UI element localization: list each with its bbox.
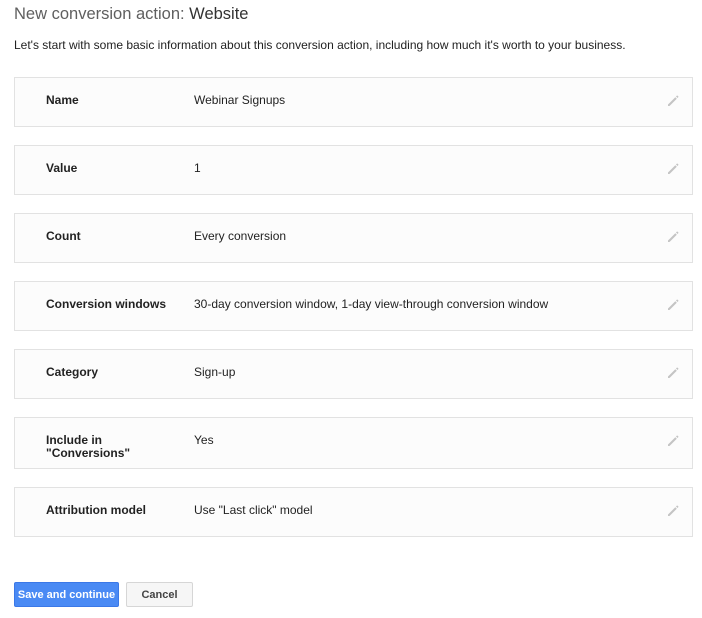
setting-value: 1 (194, 161, 201, 175)
setting-row-conversion-windows[interactable]: Conversion windows 30-day conversion win… (14, 281, 693, 331)
setting-value: Webinar Signups (194, 93, 286, 107)
pencil-icon[interactable] (666, 94, 680, 108)
setting-row-attribution-model[interactable]: Attribution model Use "Last click" model (14, 487, 693, 537)
setting-row-category[interactable]: Category Sign-up (14, 349, 693, 399)
pencil-icon[interactable] (666, 298, 680, 312)
setting-label: Attribution model (46, 503, 146, 517)
pencil-icon[interactable] (666, 366, 680, 380)
pencil-icon[interactable] (666, 434, 680, 448)
setting-value: Use "Last click" model (194, 503, 313, 517)
setting-label: Conversion windows (46, 297, 167, 311)
setting-label: Value (46, 161, 78, 175)
setting-label: Count (46, 229, 81, 243)
setting-value: Every conversion (194, 229, 287, 243)
conversion-action-page: New conversion action: Website Let's sta… (0, 0, 702, 618)
pencil-icon[interactable] (666, 162, 680, 176)
setting-value: Yes (194, 433, 214, 447)
settings-list: Name Webinar Signups Value 1 Count Every… (14, 77, 693, 555)
pencil-icon[interactable] (666, 230, 680, 244)
cancel-button[interactable]: Cancel (126, 582, 193, 607)
setting-label: Include in "Conversions" (46, 433, 131, 460)
setting-value: Sign-up (194, 365, 236, 379)
setting-value: 30-day conversion window, 1-day view-thr… (194, 297, 549, 311)
save-and-continue-button[interactable]: Save and continue (14, 582, 119, 607)
setting-row-count[interactable]: Count Every conversion (14, 213, 693, 263)
page-title: New conversion action: Website (14, 5, 248, 24)
setting-label: Category (46, 365, 99, 379)
title-prefix: New conversion action: (14, 5, 190, 23)
setting-row-value[interactable]: Value 1 (14, 145, 693, 195)
title-conversion-type: Website (189, 5, 249, 23)
setting-row-name[interactable]: Name Webinar Signups (14, 77, 693, 127)
setting-label: Name (46, 93, 79, 107)
pencil-icon[interactable] (666, 504, 680, 518)
intro-text: Let's start with some basic information … (14, 38, 626, 52)
setting-row-include-in-conversions[interactable]: Include in "Conversions" Yes (14, 417, 693, 469)
